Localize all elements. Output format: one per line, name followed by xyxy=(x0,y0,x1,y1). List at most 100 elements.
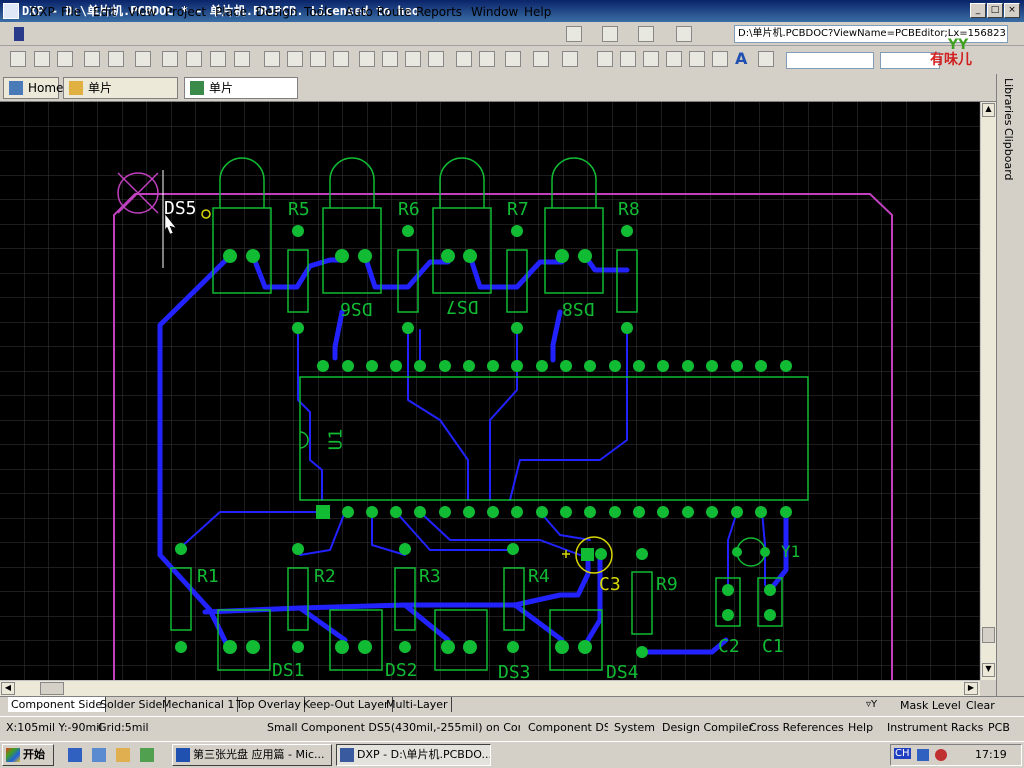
paste-special-icon[interactable] xyxy=(333,51,349,67)
layer-tab-mechanical-1[interactable]: Mechanical 1 xyxy=(159,697,239,712)
filter-icon[interactable]: ▿Y xyxy=(866,699,877,710)
scroll-thumb-h[interactable] xyxy=(40,682,64,695)
paste-icon[interactable] xyxy=(310,51,326,67)
copy-icon[interactable] xyxy=(287,51,303,67)
panel-cross-references[interactable]: Cross References xyxy=(749,721,844,734)
mask-level-button[interactable]: Mask Level xyxy=(900,699,961,712)
menu-place[interactable]: Place xyxy=(215,5,247,19)
pad-icon[interactable] xyxy=(620,51,636,67)
pcb-canvas[interactable]: R5 R6 R7 R8 DS6 DS7 DS8 DS5 U1 R1 R2 R3 … xyxy=(0,102,980,680)
string-icon[interactable]: A xyxy=(735,51,751,67)
panel-system[interactable]: System xyxy=(614,721,655,734)
via-icon[interactable] xyxy=(643,51,659,67)
arc-icon[interactable] xyxy=(666,51,682,67)
cut-icon[interactable] xyxy=(264,51,280,67)
layer-tab-multi-layer[interactable]: Multi-Layer xyxy=(383,697,452,712)
align-icon[interactable] xyxy=(602,26,618,42)
vertical-scrollbar[interactable]: ▲ ▼ xyxy=(980,102,996,680)
scroll-thumb-v[interactable] xyxy=(982,627,995,643)
layer-tab-keep-out[interactable]: Keep-Out Layer xyxy=(300,697,393,712)
desktop-icon[interactable] xyxy=(92,748,106,762)
clear-button[interactable]: Clear xyxy=(966,699,995,712)
explorer-icon[interactable] xyxy=(116,748,130,762)
start-button[interactable]: 开始 xyxy=(2,744,54,766)
menu-tools[interactable]: Tools xyxy=(304,5,334,19)
menu-project[interactable]: Project xyxy=(165,5,206,19)
undo-icon[interactable] xyxy=(456,51,472,67)
layer-tab-component-side[interactable]: Component Side xyxy=(8,697,107,712)
wire-tool-icon[interactable] xyxy=(566,26,582,42)
menu-auto-route[interactable]: Auto Route xyxy=(345,5,412,19)
move-selection-icon[interactable] xyxy=(405,51,421,67)
maximize-button[interactable]: □ xyxy=(987,3,1003,18)
layer-tab-top-overlay[interactable]: Top Overlay xyxy=(233,697,305,712)
menu-view[interactable]: View xyxy=(128,5,156,19)
menu-help[interactable]: Help xyxy=(524,5,551,19)
app-quick-icon[interactable] xyxy=(140,748,154,762)
tab-schdoc[interactable]: 单片机.SCHDOC * xyxy=(63,77,178,115)
tab-home[interactable]: Home xyxy=(3,77,63,99)
label-c3: C3 xyxy=(599,574,621,595)
zoom-selected-icon[interactable] xyxy=(210,51,226,67)
ie-icon[interactable] xyxy=(68,748,82,762)
scroll-down-icon[interactable]: ▼ xyxy=(982,663,995,677)
dxp-task-icon xyxy=(340,748,354,762)
browse-icon[interactable] xyxy=(533,51,549,67)
menu-file[interactable]: File xyxy=(61,5,81,19)
grid-icon[interactable] xyxy=(676,26,692,42)
scroll-left-icon[interactable]: ◀ xyxy=(1,682,15,695)
label-c2: C2 xyxy=(718,636,740,657)
ime-indicator[interactable]: CH xyxy=(894,748,911,759)
tray-app-icon[interactable] xyxy=(935,749,947,761)
menu-design[interactable]: Design xyxy=(256,5,297,19)
label-ds2: DS2 xyxy=(385,660,418,680)
scroll-right-icon[interactable]: ▶ xyxy=(964,682,978,695)
print-preview-icon[interactable] xyxy=(108,51,124,67)
clock: 17:19 xyxy=(975,748,1007,761)
close-button[interactable]: × xyxy=(1004,3,1020,18)
open-icon[interactable] xyxy=(34,51,50,67)
panel-pcb[interactable]: PCB xyxy=(988,721,1010,734)
clipboard-tab[interactable]: Clipboard xyxy=(1002,128,1015,181)
tab-pcbdoc[interactable]: 单片机.PCBDOC * xyxy=(184,77,298,115)
menu-edit[interactable]: Edit xyxy=(93,5,116,19)
component-icon[interactable] xyxy=(758,51,774,67)
zoom-fit-icon[interactable] xyxy=(162,51,178,67)
layers-icon[interactable] xyxy=(135,51,151,67)
menu-dxp[interactable]: DXP xyxy=(30,5,55,19)
label-r1: R1 xyxy=(197,566,219,587)
network-icon[interactable] xyxy=(917,749,929,761)
help-icon[interactable] xyxy=(562,51,578,67)
fill-icon[interactable] xyxy=(689,51,705,67)
horizontal-scrollbar[interactable]: ◀ ▶ xyxy=(0,680,980,696)
panel-instrument-racks[interactable]: Instrument Racks xyxy=(887,721,983,734)
move-icon[interactable] xyxy=(382,51,398,67)
highlight-icon[interactable] xyxy=(505,51,521,67)
scroll-up-icon[interactable]: ▲ xyxy=(982,103,995,117)
task-dxp[interactable]: DXP - D:\单片机.PCBDO... xyxy=(336,744,491,766)
print-icon[interactable] xyxy=(84,51,100,67)
panel-design-compiler[interactable]: Design Compiler xyxy=(662,721,753,734)
save-icon[interactable] xyxy=(57,51,73,67)
menu-reports[interactable]: Reports xyxy=(416,5,462,19)
zoom-area-icon[interactable] xyxy=(186,51,202,67)
minimize-button[interactable]: _ xyxy=(970,3,986,18)
panel-help[interactable]: Help xyxy=(848,721,873,734)
layer-combo[interactable] xyxy=(786,52,874,69)
label-r2: R2 xyxy=(314,566,336,587)
interactive-route-icon[interactable] xyxy=(597,51,613,67)
select-area-icon[interactable] xyxy=(359,51,375,67)
polygon-icon[interactable] xyxy=(712,51,728,67)
layer-tab-solder-side[interactable]: Solder Side xyxy=(97,697,167,712)
menu-window[interactable]: Window xyxy=(471,5,518,19)
right-panel-bar: Libraries Clipboard xyxy=(996,74,1024,696)
dxp-icon xyxy=(14,27,24,41)
redo-icon[interactable] xyxy=(479,51,495,67)
new-icon[interactable] xyxy=(10,51,26,67)
libraries-tab[interactable]: Libraries xyxy=(1002,78,1015,126)
label-c1: C1 xyxy=(762,636,784,657)
deselect-icon[interactable] xyxy=(428,51,444,67)
select-icon[interactable] xyxy=(638,26,654,42)
task-word[interactable]: 第三张光盘 应用篇 - Mic... xyxy=(172,744,332,766)
zoom-icon[interactable] xyxy=(234,51,250,67)
